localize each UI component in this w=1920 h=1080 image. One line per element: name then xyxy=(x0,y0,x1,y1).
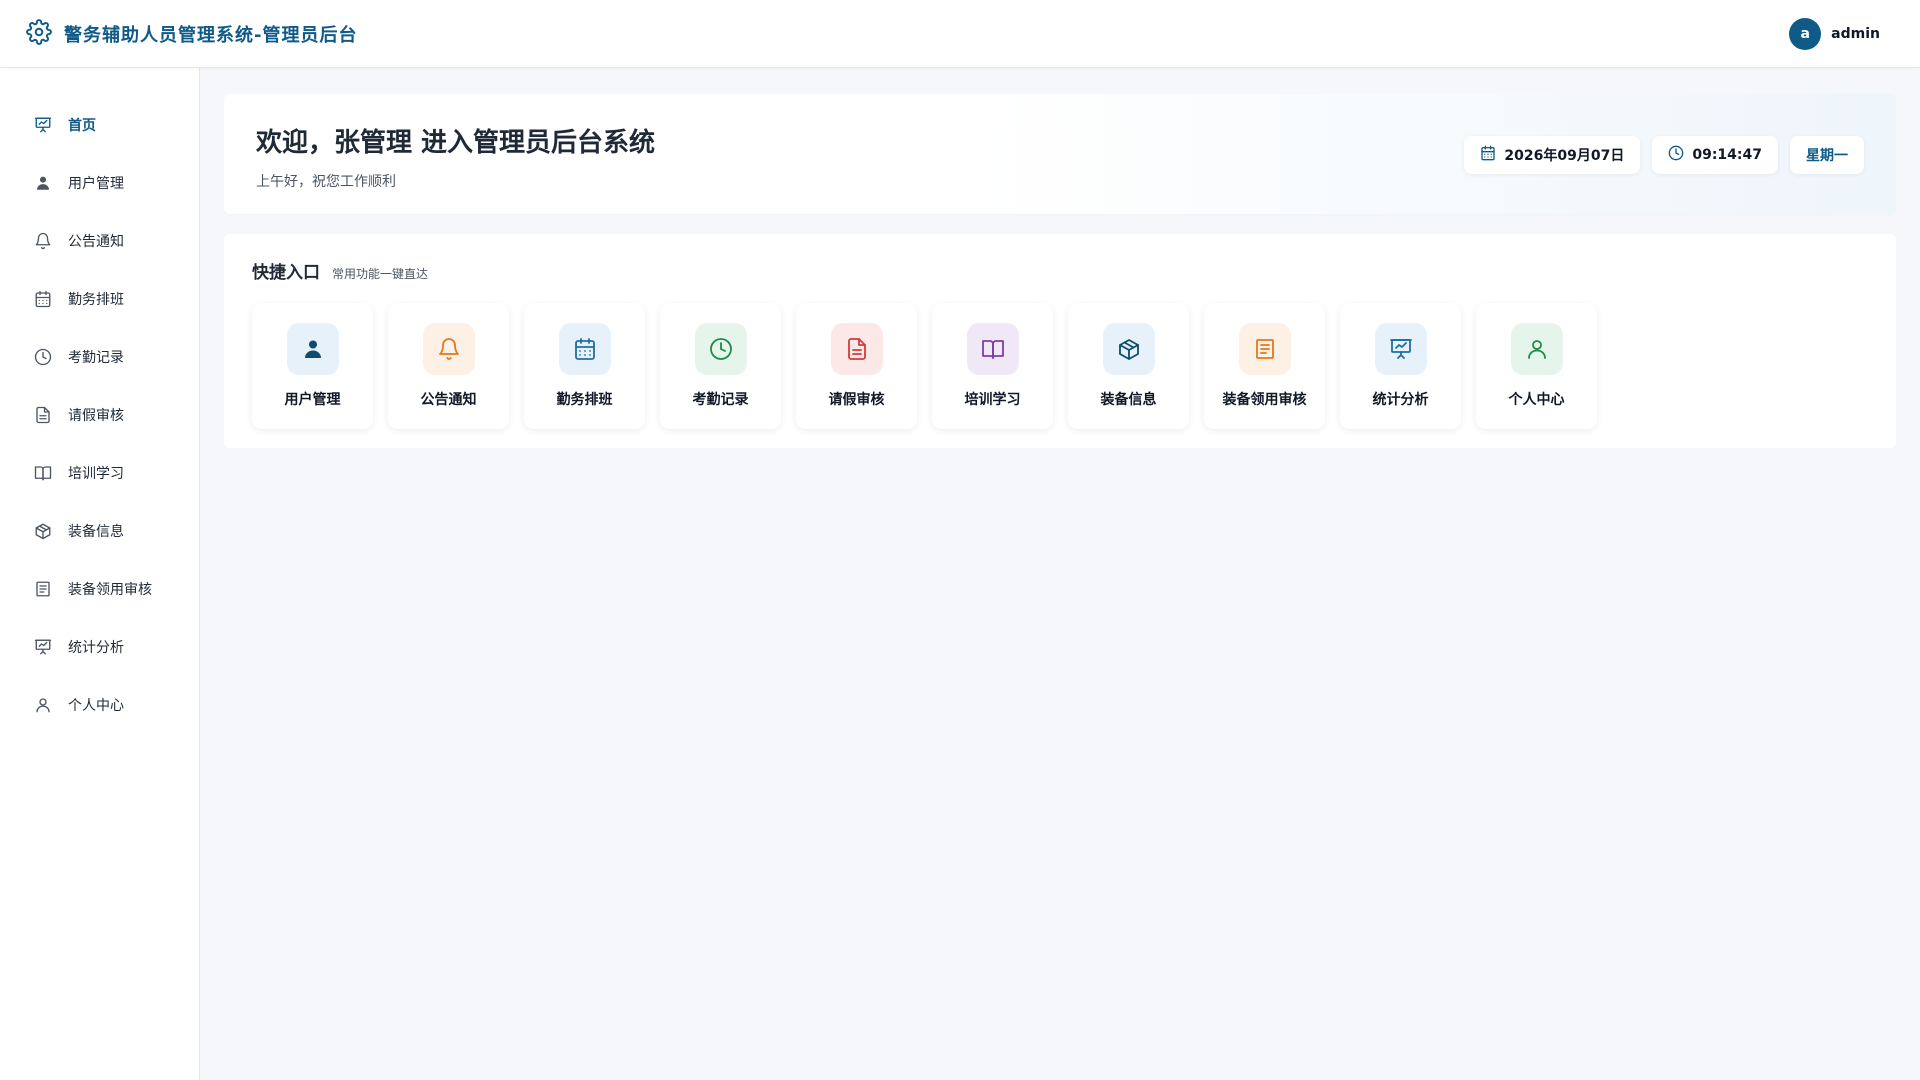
username[interactable]: admin xyxy=(1831,26,1880,42)
quick-card-8[interactable]: 统计分析 xyxy=(1340,303,1461,429)
quick-card-label: 公告通知 xyxy=(420,392,477,408)
clipboard-icon xyxy=(1238,323,1291,375)
sidebar-item-3[interactable]: 勤务排班 xyxy=(0,270,199,328)
sidebar-item-7[interactable]: 装备信息 xyxy=(0,502,199,560)
quick-card-label: 勤务排班 xyxy=(556,392,613,408)
sidebar-item-1[interactable]: 用户管理 xyxy=(0,154,199,212)
quick-access-cards: 用户管理 公告通知 勤务排班 考勤记录 请假审核 培训学习 装备信息 装备领用审核 统计分析 个人… xyxy=(252,303,1868,429)
app-title: 警务辅助人员管理系统-管理员后台 xyxy=(64,24,358,46)
quick-access-header: 快捷入口 常用功能一键直达 xyxy=(252,258,1868,283)
weekday-text: 星期一 xyxy=(1806,148,1848,164)
document-icon xyxy=(34,406,52,424)
user-solid-icon xyxy=(34,174,52,192)
main-content: 欢迎，张管理 进入管理员后台系统 上午好，祝您工作顺利 2026年09月07日 … xyxy=(224,94,1896,448)
bell-icon xyxy=(34,232,52,250)
clock-icon xyxy=(34,348,52,366)
quick-card-1[interactable]: 公告通知 xyxy=(388,303,509,429)
date-chip: 2026年09月07日 xyxy=(1464,136,1641,174)
clock-icon xyxy=(1668,145,1684,165)
sidebar-item-5[interactable]: 请假审核 xyxy=(0,386,199,444)
date-text: 2026年09月07日 xyxy=(1504,148,1625,164)
quick-card-9[interactable]: 个人中心 xyxy=(1476,303,1597,429)
user-outline-icon xyxy=(34,696,52,714)
presentation-chart-icon xyxy=(34,638,52,656)
quick-access-title: 快捷入口 xyxy=(252,263,320,283)
quick-card-label: 用户管理 xyxy=(284,392,341,408)
quick-card-label: 培训学习 xyxy=(964,392,1021,408)
welcome-banner: 欢迎，张管理 进入管理员后台系统 上午好，祝您工作顺利 2026年09月07日 … xyxy=(224,94,1896,214)
document-icon xyxy=(830,323,883,375)
user-solid-icon xyxy=(286,323,339,375)
sidebar-item-2[interactable]: 公告通知 xyxy=(0,212,199,270)
sidebar-item-label: 装备领用审核 xyxy=(68,582,152,598)
top-bar: 警务辅助人员管理系统-管理员后台 a admin xyxy=(0,0,1920,68)
weekday-chip: 星期一 xyxy=(1790,136,1864,174)
time-text: 09:14:47 xyxy=(1692,147,1762,163)
sidebar: 首页用户管理公告通知勤务排班考勤记录请假审核培训学习装备信息装备领用审核 统计分析… xyxy=(0,68,200,1080)
sidebar-item-6[interactable]: 培训学习 xyxy=(0,444,199,502)
sidebar-item-label: 首页 xyxy=(68,118,96,134)
package-icon xyxy=(1102,323,1155,375)
book-icon xyxy=(966,323,1019,375)
clock-icon xyxy=(694,323,747,375)
quick-card-3[interactable]: 考勤记录 xyxy=(660,303,781,429)
calendar-icon xyxy=(1480,145,1496,165)
brand: 警务辅助人员管理系统-管理员后台 xyxy=(26,18,358,49)
quick-card-0[interactable]: 用户管理 xyxy=(252,303,373,429)
user-menu[interactable]: a admin xyxy=(1789,17,1880,50)
quick-card-label: 装备信息 xyxy=(1100,392,1157,408)
presentation-chart-icon xyxy=(1374,323,1427,375)
user-outline-icon xyxy=(1510,323,1563,375)
sidebar-item-label: 用户管理 xyxy=(68,176,124,192)
sidebar-item-label: 请假审核 xyxy=(68,408,124,424)
package-icon xyxy=(34,522,52,540)
sidebar-item-9[interactable]: 统计分析 xyxy=(0,618,199,676)
sidebar-item-8[interactable]: 装备领用审核 xyxy=(0,560,199,618)
time-chip: 09:14:47 xyxy=(1652,136,1778,174)
sidebar-item-label: 勤务排班 xyxy=(68,292,124,308)
quick-card-2[interactable]: 勤务排班 xyxy=(524,303,645,429)
bell-icon xyxy=(422,323,475,375)
quick-card-7[interactable]: 装备领用审核 xyxy=(1204,303,1325,429)
quick-card-label: 考勤记录 xyxy=(692,392,749,408)
sidebar-item-label: 个人中心 xyxy=(68,698,124,714)
welcome-title: 欢迎，张管理 进入管理员后台系统 xyxy=(256,128,656,158)
sidebar-item-4[interactable]: 考勤记录 xyxy=(0,328,199,386)
avatar[interactable]: a xyxy=(1789,17,1822,50)
sidebar-item-label: 公告通知 xyxy=(68,234,124,250)
quick-card-5[interactable]: 培训学习 xyxy=(932,303,1053,429)
datetime-chips: 2026年09月07日 09:14:47 星期一 xyxy=(1464,136,1864,174)
clipboard-icon xyxy=(34,580,52,598)
quick-access-panel: 快捷入口 常用功能一键直达 用户管理 公告通知 勤务排班 考勤记录 请假审核 培训学习 装备… xyxy=(224,234,1896,448)
calendar-icon xyxy=(558,323,611,375)
sidebar-item-label: 统计分析 xyxy=(68,640,124,656)
sidebar-item-label: 装备信息 xyxy=(68,524,124,540)
sidebar-item-label: 培训学习 xyxy=(68,466,124,482)
quick-card-label: 个人中心 xyxy=(1508,392,1565,408)
book-icon xyxy=(34,464,52,482)
gear-icon[interactable] xyxy=(26,18,52,49)
quick-card-label: 请假审核 xyxy=(828,392,885,408)
sidebar-item-label: 考勤记录 xyxy=(68,350,124,366)
welcome-text: 欢迎，张管理 进入管理员后台系统 上午好，祝您工作顺利 xyxy=(256,122,655,191)
sidebar-item-10[interactable]: 个人中心 xyxy=(0,676,199,734)
sidebar-item-0[interactable]: 首页 xyxy=(0,96,199,154)
quick-access-subtitle: 常用功能一键直达 xyxy=(332,267,429,281)
quick-card-4[interactable]: 请假审核 xyxy=(796,303,917,429)
quick-card-6[interactable]: 装备信息 xyxy=(1068,303,1189,429)
welcome-subtitle: 上午好，祝您工作顺利 xyxy=(256,174,396,190)
quick-card-label: 装备领用审核 xyxy=(1222,392,1307,408)
quick-card-label: 统计分析 xyxy=(1372,392,1429,408)
presentation-chart-icon xyxy=(34,116,52,134)
calendar-icon xyxy=(34,290,52,308)
